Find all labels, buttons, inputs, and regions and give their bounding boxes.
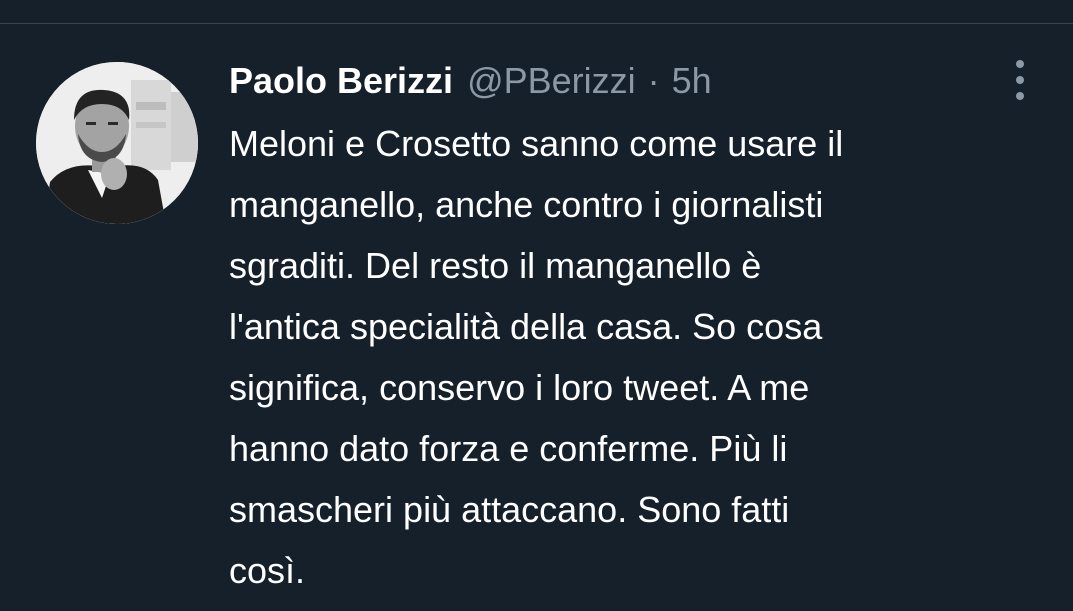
tweet-text-line: l'antica specialità della casa. So cosa <box>229 306 823 347</box>
tweet-text-line: Meloni e Crosetto sanno come usare il <box>229 123 844 164</box>
tweet-body: Paolo Berizzi @PBerizzi · 5h Meloni e Cr… <box>229 55 1009 601</box>
tweet-text-line: così. <box>229 550 306 591</box>
header-separator: · <box>647 60 660 101</box>
tweet-text-line: hanno dato forza e conferme. Più li <box>229 428 788 469</box>
tweet-timestamp[interactable]: 5h <box>672 55 712 107</box>
tweet-text-line: sgraditi. Del resto il manganello è <box>229 245 762 286</box>
avatar[interactable] <box>36 62 198 224</box>
tweet-screenshot: Paolo Berizzi @PBerizzi · 5h Meloni e Cr… <box>0 0 1073 611</box>
tweet-text: Meloni e Crosetto sanno come usare il ma… <box>229 113 1009 601</box>
tweet-text-line: smascheri più attaccano. Sono fatti <box>229 489 790 530</box>
tweet-text-line: manganello, anche contro i giornalisti <box>229 184 824 225</box>
top-divider <box>0 0 1073 24</box>
avatar-photo <box>36 62 198 224</box>
more-options-button[interactable] <box>1004 58 1036 102</box>
tweet-text-line: significa, conservo i loro tweet. A me <box>229 367 810 408</box>
author-name[interactable]: Paolo Berizzi <box>229 55 453 107</box>
author-handle[interactable]: @PBerizzi <box>467 55 636 107</box>
tweet-header: Paolo Berizzi @PBerizzi · 5h <box>229 55 1009 107</box>
